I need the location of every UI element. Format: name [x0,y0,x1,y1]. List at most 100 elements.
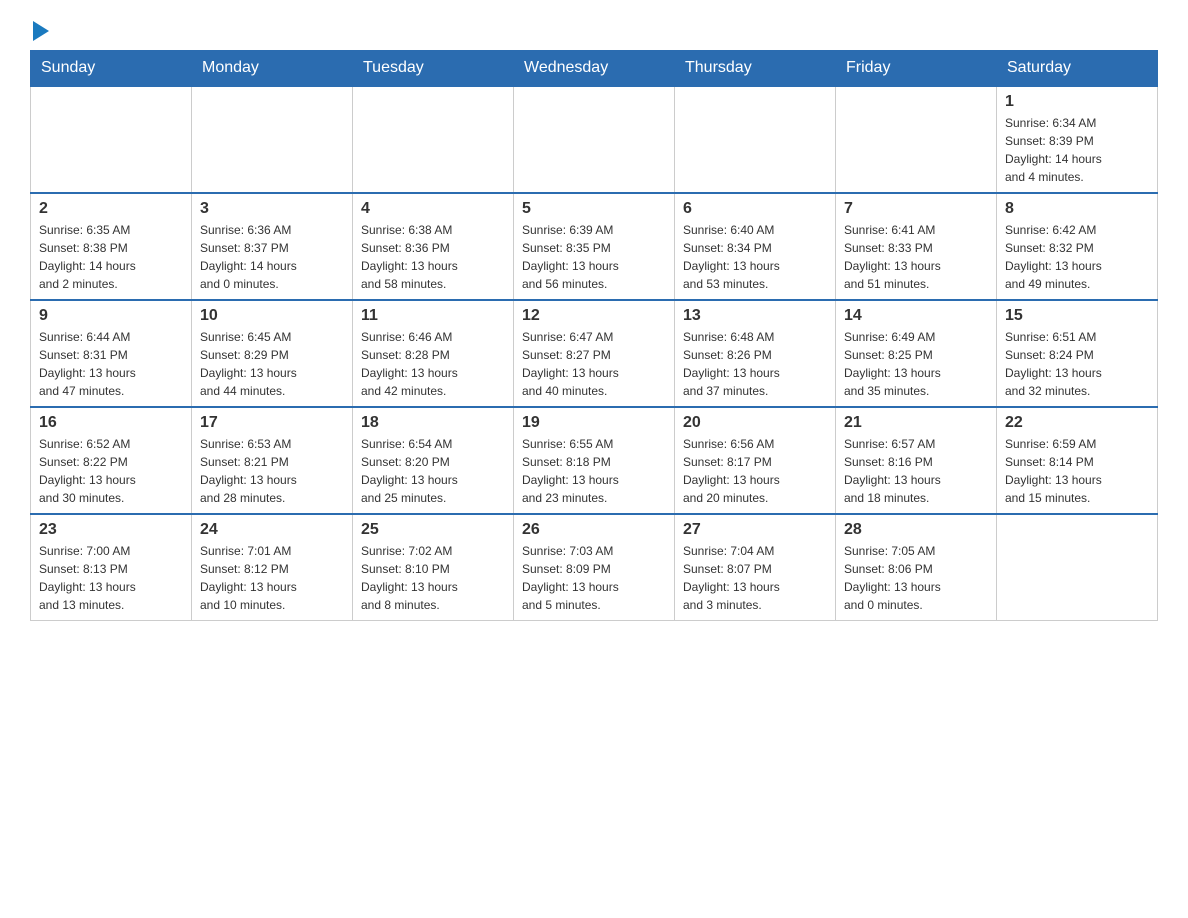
calendar-cell: 6 Sunrise: 6:40 AM Sunset: 8:34 PM Daylig… [675,193,836,300]
calendar-cell: 24Sunrise: 7:01 AM Sunset: 8:12 PM Dayli… [192,514,353,621]
day-info: Sunrise: 6:38 AM Sunset: 8:36 PM Dayligh… [361,221,505,293]
day-number: 22 [1005,414,1149,432]
day-number: 4 [361,200,505,218]
calendar-cell: 7 Sunrise: 6:41 AM Sunset: 8:33 PM Daylig… [836,193,997,300]
calendar-cell: 25 Sunrise: 7:02 AM Sunset: 8:10 PM Dayli… [353,514,514,621]
day-info: Sunrise: 7:02 AM Sunset: 8:10 PM Dayligh… [361,542,505,614]
calendar-cell: 10Sunrise: 6:45 AM Sunset: 8:29 PM Dayli… [192,300,353,407]
calendar-cell [353,86,514,193]
day-number: 14 [844,307,988,325]
calendar-cell: 20Sunrise: 6:56 AM Sunset: 8:17 PM Dayli… [675,407,836,514]
calendar-cell [192,86,353,193]
day-number: 5 [522,200,666,218]
day-info: Sunrise: 6:59 AM Sunset: 8:14 PM Dayligh… [1005,435,1149,507]
calendar-cell: 26 Sunrise: 7:03 AM Sunset: 8:09 PM Dayli… [514,514,675,621]
calendar-cell: 11 Sunrise: 6:46 AM Sunset: 8:28 PM Dayli… [353,300,514,407]
calendar-cell: 27 Sunrise: 7:04 AM Sunset: 8:07 PM Dayli… [675,514,836,621]
day-info: Sunrise: 6:44 AM Sunset: 8:31 PM Dayligh… [39,328,183,400]
calendar-body: 1 Sunrise: 6:34 AM Sunset: 8:39 PM Daylig… [31,86,1158,621]
day-number: 25 [361,521,505,539]
day-number: 13 [683,307,827,325]
calendar-week-2: 2 Sunrise: 6:35 AM Sunset: 8:38 PM Daylig… [31,193,1158,300]
calendar-week-3: 9 Sunrise: 6:44 AM Sunset: 8:31 PM Daylig… [31,300,1158,407]
day-info: Sunrise: 6:41 AM Sunset: 8:33 PM Dayligh… [844,221,988,293]
calendar-cell: 23 Sunrise: 7:00 AM Sunset: 8:13 PM Dayli… [31,514,192,621]
day-info: Sunrise: 6:46 AM Sunset: 8:28 PM Dayligh… [361,328,505,400]
calendar-cell: 16Sunrise: 6:52 AM Sunset: 8:22 PM Dayli… [31,407,192,514]
calendar-cell [675,86,836,193]
calendar-cell [997,514,1158,621]
calendar-table: SundayMondayTuesdayWednesdayThursdayFrid… [30,50,1158,621]
calendar-cell [31,86,192,193]
calendar-cell: 3 Sunrise: 6:36 AM Sunset: 8:37 PM Daylig… [192,193,353,300]
calendar-cell: 21 Sunrise: 6:57 AM Sunset: 8:16 PM Dayli… [836,407,997,514]
day-info: Sunrise: 6:36 AM Sunset: 8:37 PM Dayligh… [200,221,344,293]
day-info: Sunrise: 6:48 AM Sunset: 8:26 PM Dayligh… [683,328,827,400]
day-info: Sunrise: 7:04 AM Sunset: 8:07 PM Dayligh… [683,542,827,614]
day-number: 26 [522,521,666,539]
day-info: Sunrise: 7:00 AM Sunset: 8:13 PM Dayligh… [39,542,183,614]
calendar-cell [836,86,997,193]
calendar-cell: 19Sunrise: 6:55 AM Sunset: 8:18 PM Dayli… [514,407,675,514]
calendar-cell: 1 Sunrise: 6:34 AM Sunset: 8:39 PM Daylig… [997,86,1158,193]
day-number: 12 [522,307,666,325]
calendar-week-1: 1 Sunrise: 6:34 AM Sunset: 8:39 PM Daylig… [31,86,1158,193]
day-number: 9 [39,307,183,325]
day-number: 2 [39,200,183,218]
calendar-week-5: 23 Sunrise: 7:00 AM Sunset: 8:13 PM Dayli… [31,514,1158,621]
logo-triangle-icon [33,21,49,41]
logo [30,20,49,40]
day-info: Sunrise: 7:05 AM Sunset: 8:06 PM Dayligh… [844,542,988,614]
weekday-header-thursday: Thursday [675,51,836,87]
calendar-cell: 18 Sunrise: 6:54 AM Sunset: 8:20 PM Dayli… [353,407,514,514]
weekday-header-saturday: Saturday [997,51,1158,87]
day-number: 16 [39,414,183,432]
calendar-cell: 4 Sunrise: 6:38 AM Sunset: 8:36 PM Daylig… [353,193,514,300]
day-number: 6 [683,200,827,218]
day-number: 11 [361,307,505,325]
day-number: 1 [1005,93,1149,111]
calendar-cell: 12 Sunrise: 6:47 AM Sunset: 8:27 PM Dayli… [514,300,675,407]
calendar-week-4: 16Sunrise: 6:52 AM Sunset: 8:22 PM Dayli… [31,407,1158,514]
day-info: Sunrise: 6:55 AM Sunset: 8:18 PM Dayligh… [522,435,666,507]
day-info: Sunrise: 6:34 AM Sunset: 8:39 PM Dayligh… [1005,114,1149,186]
calendar-cell: 17 Sunrise: 6:53 AM Sunset: 8:21 PM Dayli… [192,407,353,514]
day-info: Sunrise: 6:39 AM Sunset: 8:35 PM Dayligh… [522,221,666,293]
day-number: 28 [844,521,988,539]
day-number: 21 [844,414,988,432]
day-info: Sunrise: 6:57 AM Sunset: 8:16 PM Dayligh… [844,435,988,507]
calendar-cell: 13 Sunrise: 6:48 AM Sunset: 8:26 PM Dayli… [675,300,836,407]
calendar-cell: 2 Sunrise: 6:35 AM Sunset: 8:38 PM Daylig… [31,193,192,300]
calendar-cell: 22 Sunrise: 6:59 AM Sunset: 8:14 PM Dayli… [997,407,1158,514]
calendar-cell: 5 Sunrise: 6:39 AM Sunset: 8:35 PM Daylig… [514,193,675,300]
day-number: 23 [39,521,183,539]
day-number: 15 [1005,307,1149,325]
day-info: Sunrise: 6:53 AM Sunset: 8:21 PM Dayligh… [200,435,344,507]
page-header [30,20,1158,40]
day-info: Sunrise: 6:51 AM Sunset: 8:24 PM Dayligh… [1005,328,1149,400]
calendar-cell: 9 Sunrise: 6:44 AM Sunset: 8:31 PM Daylig… [31,300,192,407]
weekday-header-monday: Monday [192,51,353,87]
day-number: 20 [683,414,827,432]
day-number: 17 [200,414,344,432]
weekday-header-wednesday: Wednesday [514,51,675,87]
day-number: 10 [200,307,344,325]
day-info: Sunrise: 6:35 AM Sunset: 8:38 PM Dayligh… [39,221,183,293]
calendar-cell: 15 Sunrise: 6:51 AM Sunset: 8:24 PM Dayli… [997,300,1158,407]
day-number: 3 [200,200,344,218]
day-number: 18 [361,414,505,432]
day-info: Sunrise: 7:03 AM Sunset: 8:09 PM Dayligh… [522,542,666,614]
day-info: Sunrise: 6:49 AM Sunset: 8:25 PM Dayligh… [844,328,988,400]
day-number: 27 [683,521,827,539]
day-number: 8 [1005,200,1149,218]
day-info: Sunrise: 6:40 AM Sunset: 8:34 PM Dayligh… [683,221,827,293]
day-info: Sunrise: 6:54 AM Sunset: 8:20 PM Dayligh… [361,435,505,507]
day-info: Sunrise: 6:47 AM Sunset: 8:27 PM Dayligh… [522,328,666,400]
day-number: 24 [200,521,344,539]
weekday-header-friday: Friday [836,51,997,87]
calendar-cell: 28 Sunrise: 7:05 AM Sunset: 8:06 PM Dayli… [836,514,997,621]
day-number: 7 [844,200,988,218]
weekday-header-sunday: Sunday [31,51,192,87]
calendar-cell [514,86,675,193]
weekday-header-tuesday: Tuesday [353,51,514,87]
